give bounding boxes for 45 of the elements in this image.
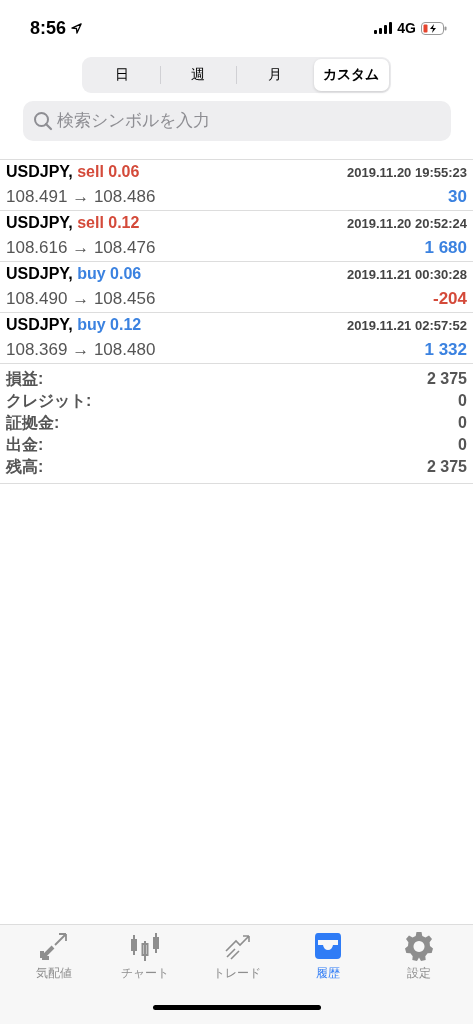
deal-time: 2019.11.20 19:55:23 [347,165,467,180]
location-arrow-icon [71,22,83,34]
deal-row[interactable]: USDJPY, sell 0.06 2019.11.20 19:55:23 108.491 → 108.486 30 [0,160,473,211]
deal-prices: 108.490 → 108.456 [6,289,156,309]
period-tab[interactable]: 日 [84,59,160,91]
summary-value: 0 [458,392,467,410]
period-tab[interactable]: カスタム [313,59,389,91]
deal-title: USDJPY, sell 0.06 [6,163,140,181]
tab-bar-item[interactable]: 履歴 [282,929,374,991]
summary-value: 2 375 [426,370,467,388]
deal-title: USDJPY, buy 0.12 [6,316,142,334]
deal-title: USDJPY, sell 0.12 [6,214,140,232]
diagonal-arrows-icon [38,931,69,961]
period-tab[interactable]: 週 [160,59,236,91]
deal-time: 2019.11.21 02:57:52 [347,318,467,333]
summary-label: 証拠金: [6,412,60,433]
deal-row[interactable]: USDJPY, sell 0.12 2019.11.20 20:52:24 108.616 → 108.476 1 680 [0,211,473,262]
summary-label: クレジット: [6,390,92,411]
deal-title: USDJPY, buy 0.06 [6,265,142,283]
summary-label: 出金: [6,434,44,455]
summary-label: 残高: [6,456,44,477]
search-field[interactable]: 検索シンボルを入力 [23,101,451,141]
deal-time: 2019.11.21 00:30:28 [347,267,467,282]
deal-prices: 108.369 → 108.480 [6,340,156,360]
network-label: 4G [397,20,416,36]
candlestick-icon [129,931,162,961]
deal-profit: -204 [432,289,467,309]
signal-icon [374,22,393,34]
status-time: 8:56 [30,17,67,39]
battery-icon [421,21,447,35]
summary-label: 損益: [6,368,44,389]
settings-icon [404,931,435,961]
summary-value: 2 375 [426,458,467,476]
deal-prices: 108.491 → 108.486 [6,187,156,207]
period-tab[interactable]: 月 [237,59,313,91]
deal-profit: 30 [448,187,467,207]
inbox-tray-icon [312,931,343,961]
summary-value: 0 [458,414,467,432]
deal-profit: 1 332 [424,340,467,360]
deal-prices: 108.616 → 108.476 [6,238,156,258]
deal-row[interactable]: USDJPY, buy 0.12 2019.11.21 02:57:52 108.369 → 108.480 1 332 [0,313,473,364]
summary-value: 0 [458,436,467,454]
deal-profit: 1 680 [424,238,467,258]
deal-time: 2019.11.20 20:52:24 [347,216,467,231]
deal-row[interactable]: USDJPY, buy 0.06 2019.11.21 00:30:28 108.490 → 108.456 -204 [0,262,473,313]
